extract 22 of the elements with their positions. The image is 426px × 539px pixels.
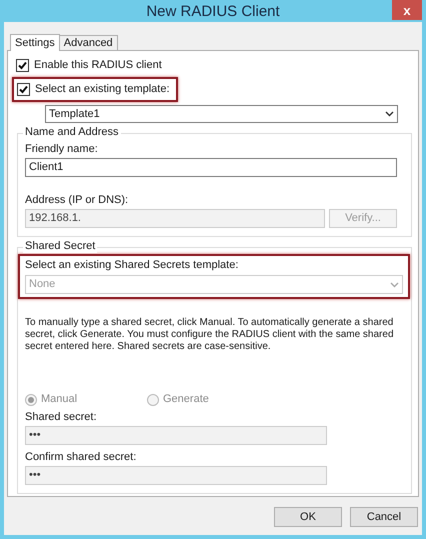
caret-icon: [385, 111, 394, 118]
checkbox[interactable]: [17, 83, 30, 96]
checkbox-label: Select an existing template:: [35, 83, 170, 96]
checkbox-label: Enable this RADIUS client: [34, 59, 162, 72]
field-label: Shared secret:: [25, 411, 98, 424]
dropdown[interactable]: Template1: [45, 105, 398, 123]
radio-label: Manual: [41, 393, 78, 406]
window-title: New RADIUS Client: [146, 4, 280, 18]
dialog-button[interactable]: Cancel: [350, 507, 418, 527]
field-label: Confirm shared secret:: [25, 451, 138, 464]
dialog-button[interactable]: OK: [274, 507, 342, 527]
tab[interactable]: Advanced: [60, 35, 118, 50]
tab[interactable]: Settings: [10, 34, 60, 51]
caret-icon: [390, 282, 399, 288]
close-button[interactable]: x: [392, 0, 422, 20]
field-label: Select an existing Shared Secrets template:: [25, 259, 240, 272]
field-label: Address (IP or DNS):: [25, 194, 130, 207]
field-label: Friendly name:: [25, 143, 99, 156]
description-text: To manually type a shared secret, click Manual. To automatically generate a shared secret, click Generate. You must configure the RADIUS client with the same shared secret entered here. Shared secrets are case-sensitive.: [25, 317, 395, 353]
checkbox[interactable]: [16, 59, 29, 72]
input-field[interactable]: Client1: [25, 158, 397, 177]
radio-label: Generate: [163, 393, 209, 406]
